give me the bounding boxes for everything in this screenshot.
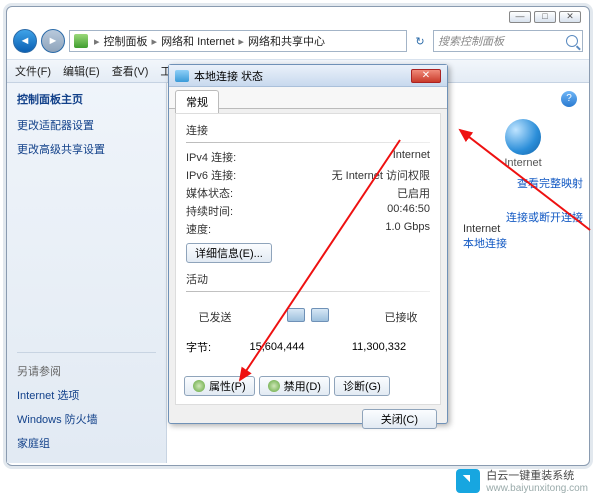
view-full-map-link[interactable]: 查看完整映射 [517,178,583,190]
media-value: 已启用 [397,185,430,201]
connection-section-heading: 连接 [186,122,430,138]
crumb-control-panel[interactable]: 控制面板 [104,33,148,49]
sent-label: 已发送 [186,309,244,325]
window-controls: — □ ✕ [509,11,581,23]
network-icon [175,70,189,82]
ipv6-value: 无 Internet 访问权限 [332,167,430,183]
crumb-network-internet[interactable]: 网络和 Internet [161,33,234,49]
sidebar-heading[interactable]: 控制面板主页 [17,91,156,107]
dialog-close-button[interactable]: ✕ [411,69,441,83]
dialog-titlebar[interactable]: 本地连接 状态 ✕ [169,65,447,87]
dialog-tabs: 常规 [169,87,447,109]
activity-section-heading: 活动 [186,271,430,287]
close-button[interactable]: 关闭(C) [362,409,437,429]
close-button[interactable]: ✕ [559,11,581,23]
details-button[interactable]: 详细信息(E)... [186,243,272,263]
active-network-block: Internet 本地连接 [463,223,583,251]
network-name: Internet [463,223,583,235]
watermark: 白云一键重装系统 www.baiyunxitong.com [456,467,588,494]
duration-value: 00:46:50 [387,203,430,219]
brand-name: 白云一键重装系统 [486,467,588,483]
bytes-label: 字节: [186,339,226,355]
search-placeholder: 搜索控制面板 [438,33,504,49]
back-button[interactable]: ◄ [13,29,37,53]
tab-general[interactable]: 常规 [175,90,219,114]
sidebar-item-internet-options[interactable]: Internet 选项 [17,383,156,407]
speed-value: 1.0 Gbps [385,221,430,237]
sidebar-item-firewall[interactable]: Windows 防火墙 [17,407,156,431]
media-label: 媒体状态: [186,185,233,201]
sidebar-item-homegroup[interactable]: 家庭组 [17,431,156,455]
ipv4-value: Internet [393,149,430,165]
ipv4-label: IPv4 连接: [186,149,236,165]
address-bar: ◄ ► ▸ 控制面板 ▸ 网络和 Internet ▸ 网络和共享中心 ↻ 搜索… [13,27,583,55]
shield-icon [193,380,205,392]
refresh-button[interactable]: ↻ [411,35,429,48]
menu-file[interactable]: 文件(F) [15,63,51,79]
help-icon[interactable]: ? [561,91,577,107]
crumb-sharing-center[interactable]: 网络和共享中心 [248,33,325,49]
minimize-button[interactable]: — [509,11,531,23]
brand-icon [456,469,480,493]
properties-button[interactable]: 属性(P) [184,376,255,396]
local-connection-link[interactable]: 本地连接 [463,238,507,250]
disable-button[interactable]: 禁用(D) [259,376,330,396]
dialog-title: 本地连接 状态 [194,68,263,84]
ipv6-label: IPv6 连接: [186,167,236,183]
bytes-received: 11,300,332 [328,341,430,353]
forward-button[interactable]: ► [41,29,65,53]
duration-label: 持续时间: [186,203,233,219]
internet-label: Internet [463,157,583,169]
speed-label: 速度: [186,221,211,237]
menu-edit[interactable]: 编辑(E) [63,63,100,79]
sidebar-item-sharing-settings[interactable]: 更改高级共享设置 [17,137,156,161]
sidebar-item-adapter-settings[interactable]: 更改适配器设置 [17,113,156,137]
sidebar: 控制面板主页 更改适配器设置 更改高级共享设置 另请参阅 Internet 选项… [7,83,167,463]
connection-status-dialog: 本地连接 状态 ✕ 常规 连接 IPv4 连接: Internet IPv6 连接… [168,64,448,424]
control-panel-icon [74,34,88,48]
search-icon [566,35,578,47]
received-label: 已接收 [372,309,430,325]
menu-view[interactable]: 查看(V) [112,63,149,79]
diagnose-button[interactable]: 诊断(G) [334,376,390,396]
maximize-button[interactable]: □ [534,11,556,23]
search-input[interactable]: 搜索控制面板 [433,30,583,52]
shield-icon [268,380,280,392]
network-map: Internet 查看完整映射 连接或断开连接 [463,119,583,225]
sidebar-see-also: 另请参阅 [17,363,156,379]
activity-icon [287,302,329,332]
breadcrumb[interactable]: ▸ 控制面板 ▸ 网络和 Internet ▸ 网络和共享中心 [69,30,407,52]
brand-url: www.baiyunxitong.com [486,483,588,494]
dialog-body: 连接 IPv4 连接: Internet IPv6 连接: 无 Internet 访… [175,113,441,405]
globe-icon [505,119,541,155]
bytes-sent: 15,604,444 [226,341,328,353]
